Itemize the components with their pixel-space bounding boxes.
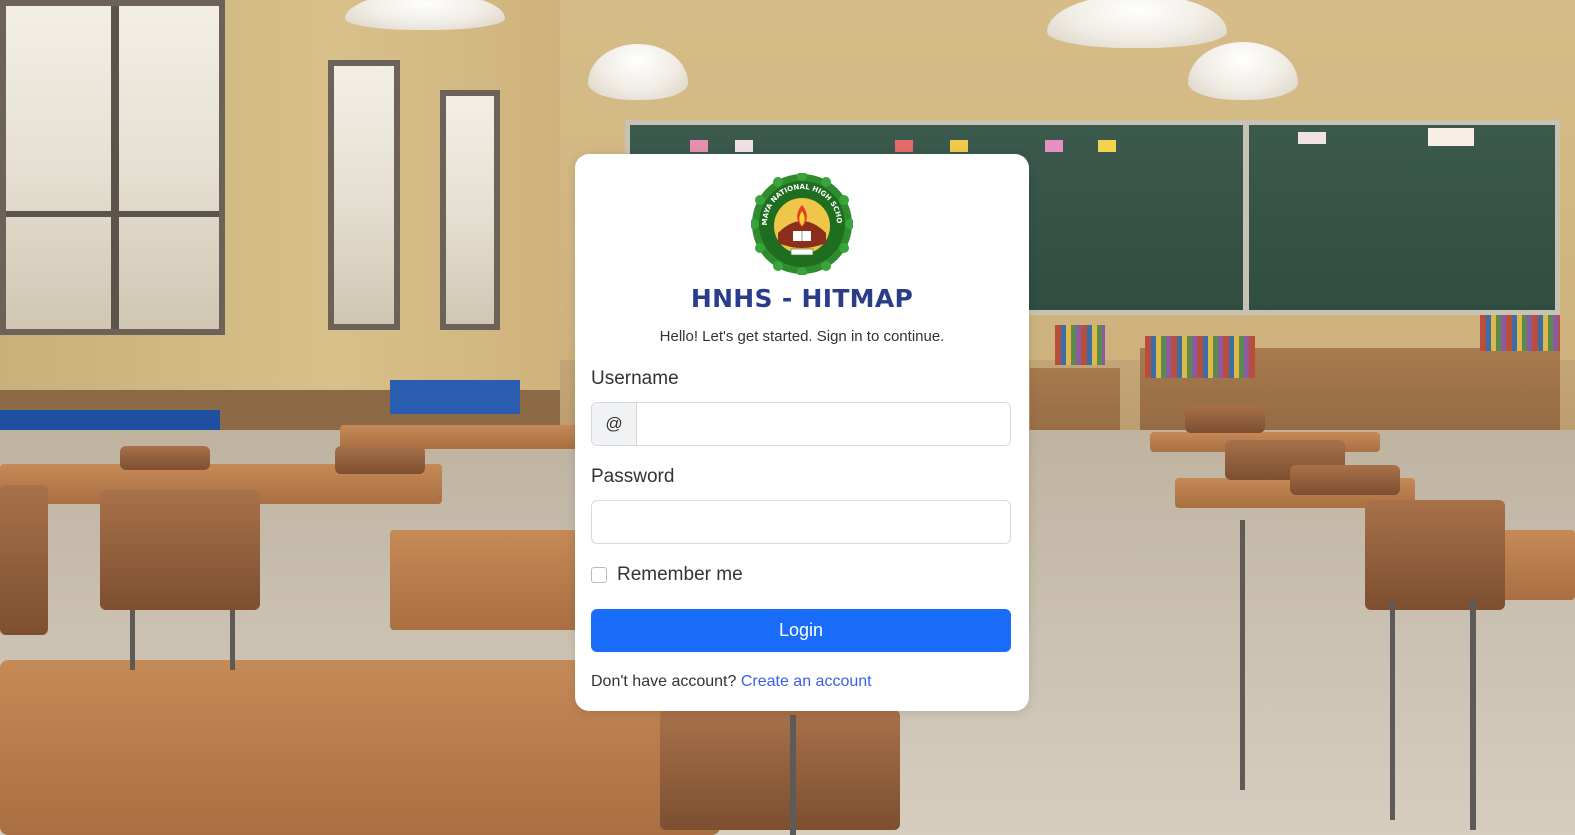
signup-prompt-text: Don't have account? <box>591 673 737 690</box>
chair-leg <box>230 610 235 670</box>
chair-leg <box>790 715 796 835</box>
chair <box>660 710 900 830</box>
remember-me-checkbox[interactable] <box>591 567 607 583</box>
create-account-link[interactable]: Create an account <box>741 673 872 690</box>
signup-prompt: Don't have account? Create an account <box>591 673 872 691</box>
desk-leg <box>1470 600 1476 830</box>
username-label: Username <box>591 368 679 389</box>
chair <box>1365 500 1505 610</box>
chair <box>335 446 425 474</box>
at-sign-addon: @ <box>592 403 637 445</box>
desk-leg <box>1390 600 1395 820</box>
chair <box>1290 465 1400 495</box>
chair <box>100 490 260 610</box>
pinned-note <box>1428 128 1474 146</box>
storage-bins <box>390 380 520 414</box>
desk <box>390 530 580 630</box>
chair <box>1185 405 1265 433</box>
password-label: Password <box>591 466 675 487</box>
window <box>0 0 225 335</box>
pinned-note <box>735 140 753 152</box>
window <box>328 60 400 330</box>
username-input[interactable] <box>637 403 1010 445</box>
ceiling-lamp <box>345 0 505 30</box>
classroom-background: HIMAYA NATIONAL HIGH SCHOOL HNHS - HITMA… <box>0 0 1575 835</box>
chair <box>0 485 48 635</box>
school-seal-logo: HIMAYA NATIONAL HIGH SCHOOL <box>748 167 855 277</box>
sign-in-subtitle: Hello! Let's get started. Sign in to con… <box>659 328 945 345</box>
password-input[interactable] <box>591 500 1011 544</box>
books <box>1480 315 1560 351</box>
login-card: HIMAYA NATIONAL HIGH SCHOOL HNHS - HITMA… <box>575 154 1029 711</box>
pinned-note <box>950 140 968 152</box>
ceiling-lamp <box>1047 0 1227 48</box>
pinned-note <box>1298 132 1326 144</box>
desk-leg <box>1240 520 1245 790</box>
username-input-group: @ <box>591 402 1011 446</box>
books <box>1055 325 1105 365</box>
remember-me-row[interactable]: Remember me <box>591 564 743 586</box>
pinned-note <box>895 140 913 152</box>
chair <box>120 446 210 470</box>
pinned-note <box>690 140 708 152</box>
window <box>440 90 500 330</box>
app-title: HNHS - HITMAP <box>690 284 914 313</box>
pinned-note <box>1098 140 1116 152</box>
remember-me-label[interactable]: Remember me <box>617 564 743 586</box>
chalkboard-divider <box>1243 125 1249 310</box>
pinned-note <box>1045 140 1063 152</box>
chair-leg <box>130 610 135 670</box>
books <box>1145 336 1255 378</box>
login-button[interactable]: Login <box>591 609 1011 652</box>
